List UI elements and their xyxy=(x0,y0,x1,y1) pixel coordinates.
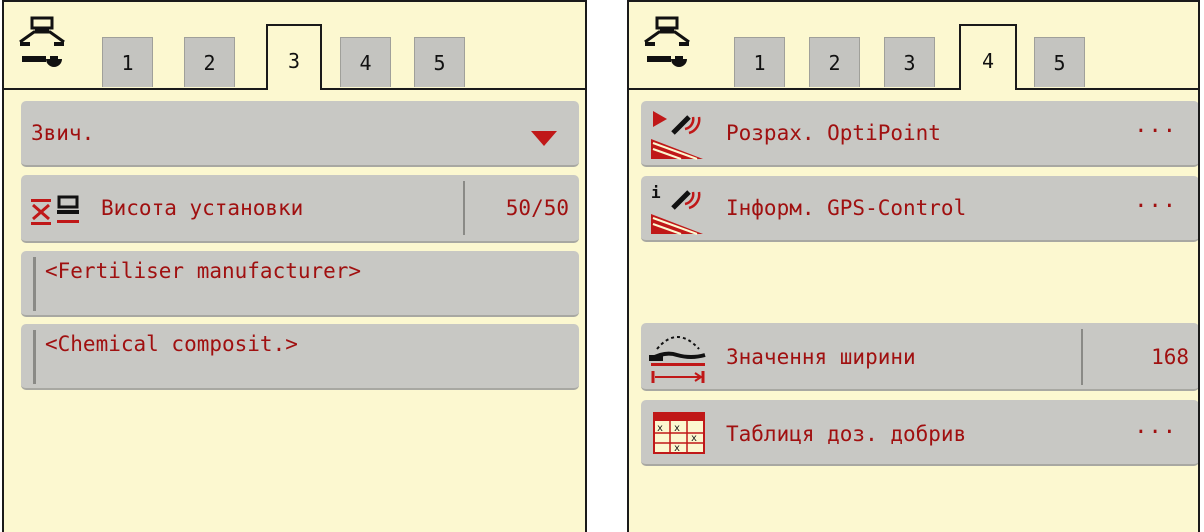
menu-item-optipoint[interactable]: Розрах. OptiPoint ··· xyxy=(641,101,1198,167)
height-settings-icon xyxy=(31,195,79,225)
dropdown-value: Звич. xyxy=(31,121,95,145)
fertiliser-manufacturer-field[interactable]: <Fertiliser manufacturer> xyxy=(21,251,579,317)
text-caret xyxy=(33,330,36,384)
tab-4[interactable]: 4 xyxy=(340,37,391,87)
machine-settings-icon[interactable] xyxy=(641,16,693,72)
height-setting-value: 50/50 xyxy=(505,196,569,220)
settings-panel-left: 1 2 3 4 5 Звич. Висота установки 50/50 <… xyxy=(2,0,587,532)
fertiliser-manufacturer-text: <Fertiliser manufacturer> xyxy=(45,259,362,283)
tab-header: 1 2 3 4 5 xyxy=(4,2,585,90)
tab-3[interactable]: 3 xyxy=(884,37,935,87)
settings-panel-right: 1 2 3 4 5 Розрах. OptiPoint ··· i Інформ… xyxy=(627,0,1200,532)
chevron-down-icon xyxy=(531,131,557,146)
spread-width-value: 168 xyxy=(1151,345,1189,369)
gps-control-info-icon: i xyxy=(651,183,703,235)
fertiliser-table-icon: x x x x xyxy=(653,412,705,454)
svg-text:x: x xyxy=(674,443,680,454)
spread-width-label: Значення ширини xyxy=(726,345,916,369)
tab-3[interactable]: 3 xyxy=(266,24,322,90)
value-divider xyxy=(1081,329,1083,385)
text-caret xyxy=(33,257,36,311)
machine-settings-icon[interactable] xyxy=(16,16,68,72)
tab-5[interactable]: 5 xyxy=(1034,37,1085,87)
fertiliser-table-label: Таблиця доз. добрив xyxy=(726,422,967,446)
tab-1[interactable]: 1 xyxy=(734,37,785,87)
menu-item-fertiliser-table[interactable]: x x x x Таблиця доз. добрив ··· xyxy=(641,400,1198,466)
fertiliser-mode-dropdown[interactable]: Звич. xyxy=(21,101,579,167)
height-setting-label: Висота установки xyxy=(101,196,304,220)
svg-text:x: x xyxy=(691,433,697,444)
tab-baseline xyxy=(629,88,1198,90)
tab-header: 1 2 3 4 5 xyxy=(629,2,1198,90)
value-divider xyxy=(463,181,465,235)
tab-2[interactable]: 2 xyxy=(809,37,860,87)
optipoint-label: Розрах. OptiPoint xyxy=(726,121,941,145)
svg-text:x: x xyxy=(657,423,663,434)
tab-2[interactable]: 2 xyxy=(184,37,235,87)
tab-4[interactable]: 4 xyxy=(959,24,1017,90)
spread-width-row[interactable]: Значення ширини 168 xyxy=(641,323,1198,391)
chemical-composition-text: <Chemical composit.> xyxy=(45,332,298,356)
optipoint-icon xyxy=(651,111,703,160)
svg-text:x: x xyxy=(674,423,680,434)
spread-width-icon xyxy=(649,336,706,383)
menu-item-gps-control[interactable]: i Інформ. GPS-Control ··· xyxy=(641,176,1198,242)
svg-text:i: i xyxy=(651,183,661,202)
gps-control-label: Інформ. GPS-Control xyxy=(726,196,967,220)
tab-5[interactable]: 5 xyxy=(414,37,465,87)
chemical-composition-field[interactable]: <Chemical composit.> xyxy=(21,324,579,390)
ellipsis-icon: ··· xyxy=(1134,194,1177,219)
ellipsis-icon: ··· xyxy=(1134,119,1177,144)
height-setting-row[interactable]: Висота установки 50/50 xyxy=(21,175,579,243)
ellipsis-icon: ··· xyxy=(1134,420,1177,445)
tab-1[interactable]: 1 xyxy=(102,37,153,87)
